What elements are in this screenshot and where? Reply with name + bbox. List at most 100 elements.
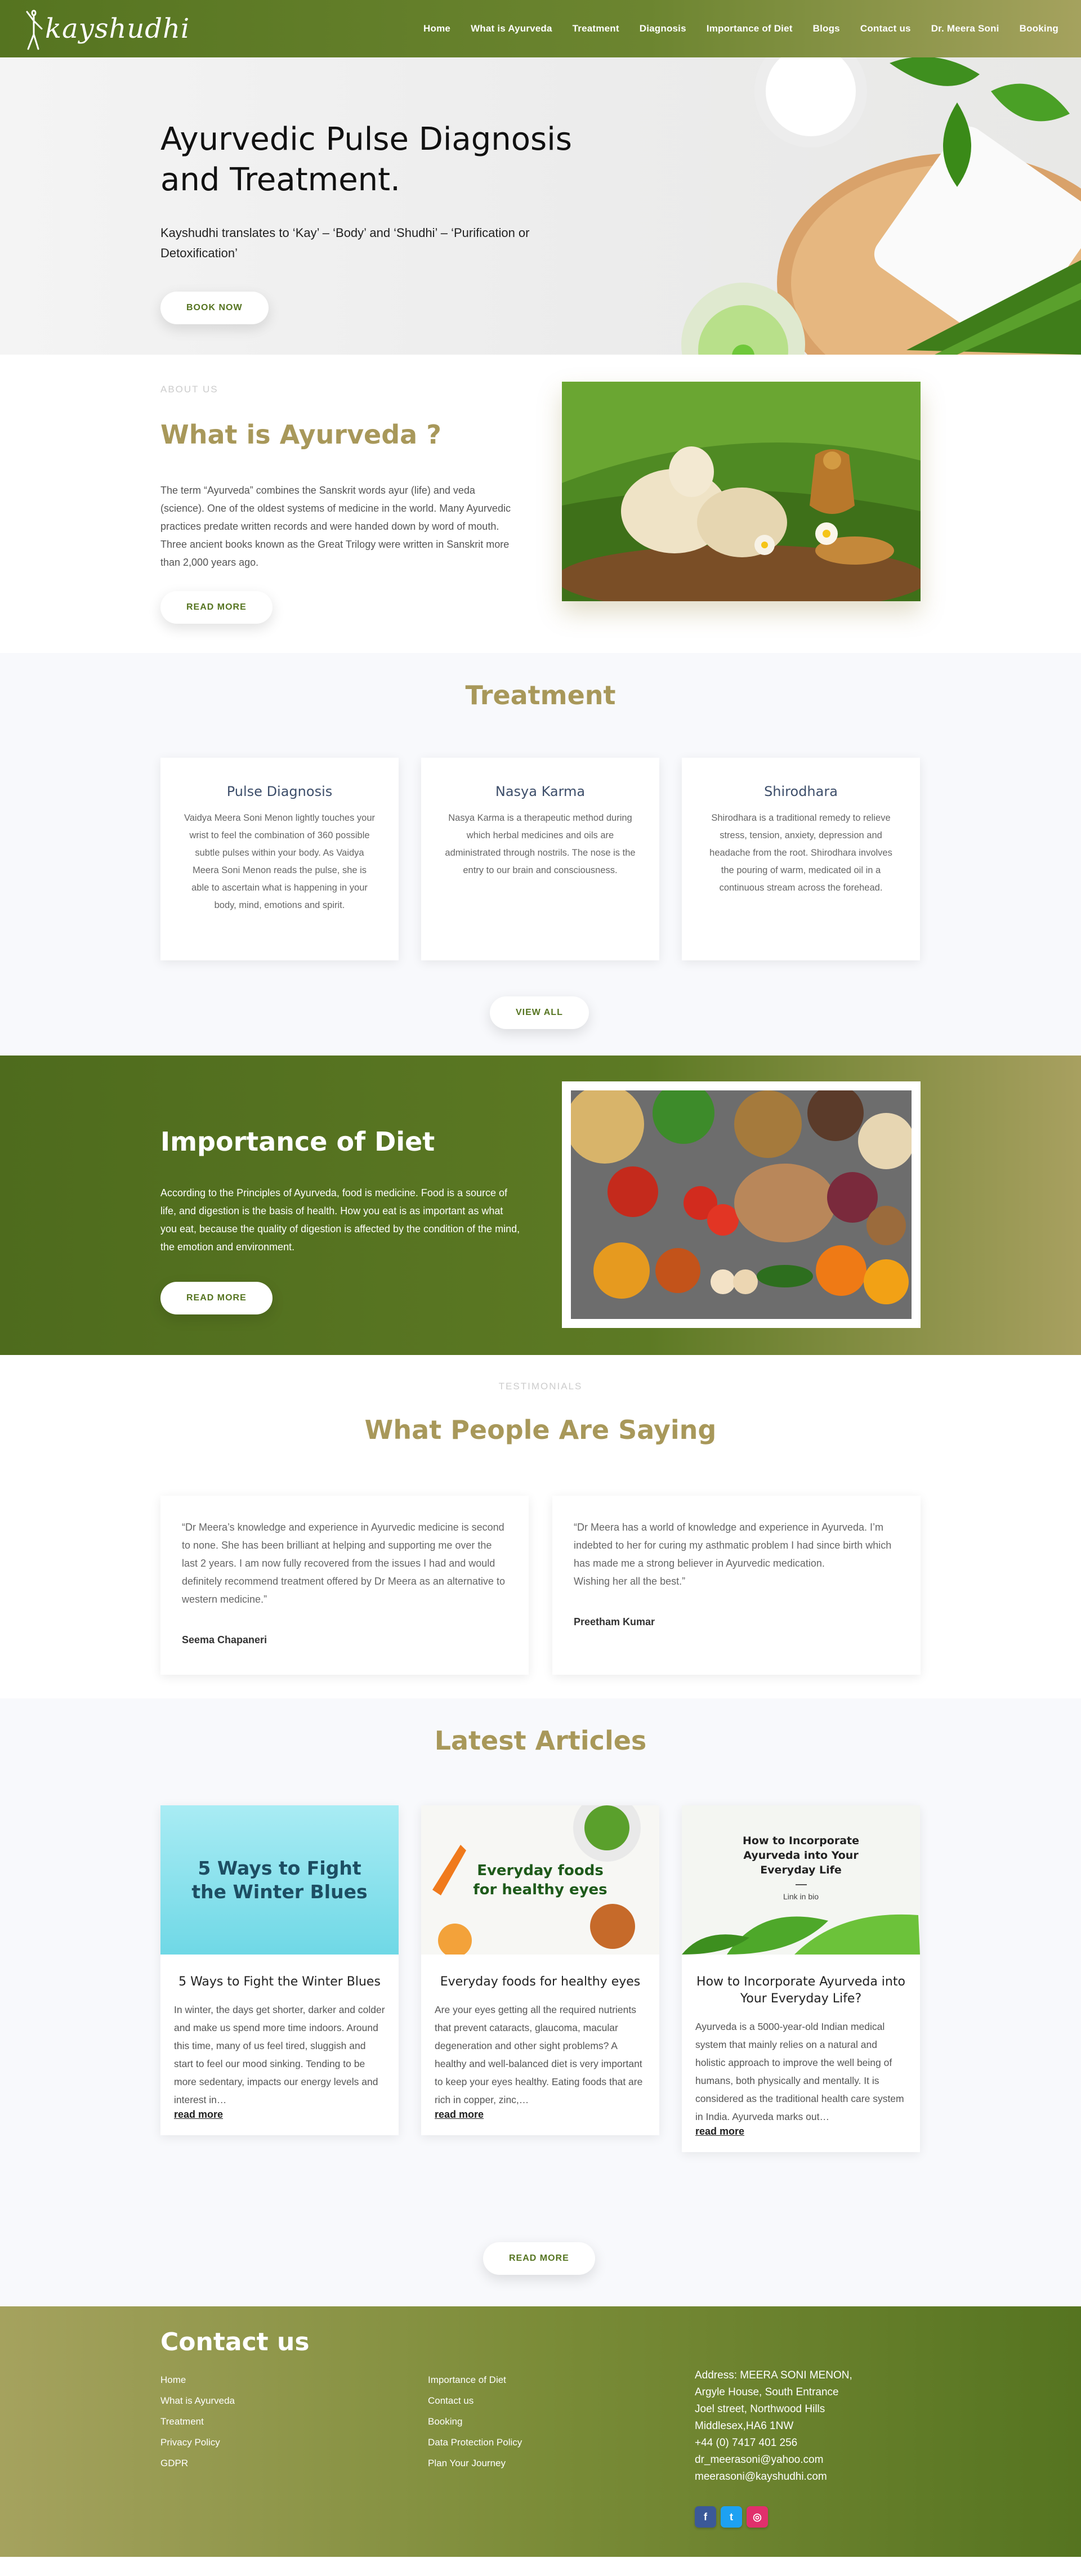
nav-contact-us[interactable]: Contact us [860,23,911,34]
address-line: Argyle House, South Entrance [695,2386,839,2398]
footer-link-importance-of-diet[interactable]: Importance of Diet [428,2369,522,2390]
facebook-icon[interactable]: f [695,2506,716,2528]
article-title[interactable]: How to Incorporate Ayurveda into Your Ev… [695,1974,906,2007]
article-excerpt: In winter, the days get shorter, darker … [174,2004,385,2105]
card-title: Pulse Diagnosis [226,784,333,799]
hero-content: Ayurvedic Pulse Diagnosis and Treatment.… [160,119,622,324]
testimonial-cards: “Dr Meera’s knowledge and experience in … [160,1496,921,1675]
footer-link-privacy-policy[interactable]: Privacy Policy [160,2432,235,2453]
diet-image-frame [562,1081,921,1328]
nav-diagnosis[interactable]: Diagnosis [640,23,686,34]
footer-link-contact-us[interactable]: Contact us [428,2390,522,2411]
footer-links-col-1: Home What is Ayurveda Treatment Privacy … [160,2369,235,2474]
diet-title: Importance of Diet [160,1126,435,1157]
about-read-more-button[interactable]: READ MORE [160,591,273,624]
logo-text: kayshudhi [45,13,190,44]
card-text: Vaidya Meera Soni Menon lightly touches … [184,813,376,910]
nav-dr-meera-soni[interactable]: Dr. Meera Soni [931,23,999,34]
address-line: Address: MEERA SONI MENON, [695,2369,852,2381]
card-title: Shirodhara [764,784,838,799]
site-header: kayshudhi Home What is Ayurveda Treatmen… [0,0,1081,57]
article-excerpt: Are your eyes getting all the required n… [435,2004,643,2105]
address-line: Middlesex,HA6 1NW [695,2420,794,2432]
testimonial-quote: “Dr Meera has a world of knowledge and e… [574,1522,892,1587]
footer-link-booking[interactable]: Booking [428,2411,522,2432]
about-text: The term “Ayurveda” combines the Sanskri… [160,485,511,568]
footer-link-plan-your-journey[interactable]: Plan Your Journey [428,2453,522,2474]
read-more-link[interactable]: read more [435,2109,484,2121]
testimonial-card: “Dr Meera’s knowledge and experience in … [160,1496,529,1675]
treatment-card-shirodhara[interactable]: Shirodhara Shirodhara is a traditional r… [682,758,920,960]
hero-title: Ayurvedic Pulse Diagnosis and Treatment. [160,121,572,198]
about-eyebrow: ABOUT US [160,384,218,395]
testimonial-quote: “Dr Meera’s knowledge and experience in … [182,1522,505,1605]
article-title[interactable]: 5 Ways to Fight the Winter Blues [174,1974,385,1991]
about-title: What is Ayurveda ? [160,419,441,450]
site-logo[interactable]: kayshudhi [23,1,190,57]
article-excerpt: Ayurveda is a 5000-year-old Indian medic… [695,2021,904,2122]
article-card[interactable]: Everyday foods for healthy eyes Everyday… [421,1805,659,2135]
nav-booking[interactable]: Booking [1020,23,1058,34]
about-section: ABOUT US What is Ayurveda ? The term “Ay… [0,355,1081,653]
nav-what-is-ayurveda[interactable]: What is Ayurveda [471,23,552,34]
nav-treatment[interactable]: Treatment [573,23,619,34]
articles-section: Latest Articles 5 Ways to Fight the Wint… [0,1698,1081,2306]
card-title: Nasya Karma [495,784,586,799]
article-card[interactable]: How to Incorporate Ayurveda into Your Ev… [682,1805,920,2152]
testimonial-card: “Dr Meera has a world of knowledge and e… [552,1496,921,1675]
treatment-card-nasya-karma[interactable]: Nasya Karma Nasya Karma is a therapeutic… [421,758,659,960]
testimonial-author: Preetham Kumar [574,1616,655,1627]
article-thumbnail[interactable]: 5 Ways to Fight the Winter Blues [160,1805,399,1955]
articles-read-more-button[interactable]: READ MORE [483,2242,595,2275]
footer-link-what-is-ayurveda[interactable]: What is Ayurveda [160,2390,235,2411]
treatment-cards: Pulse Diagnosis Vaidya Meera Soni Menon … [160,758,920,960]
treatment-title: Treatment [465,680,616,710]
footer-address: Address: MEERA SONI MENON, Argyle House,… [695,2367,852,2485]
testimonial-author: Seema Chapaneri [182,1634,267,1645]
instagram-icon[interactable]: ◎ [747,2506,768,2528]
testimonials-title: What People Are Saying [364,1415,717,1445]
footer-link-data-protection-policy[interactable]: Data Protection Policy [428,2432,522,2453]
footer-link-home[interactable]: Home [160,2369,235,2390]
diet-read-more-button[interactable]: READ MORE [160,1282,273,1314]
footer-title: Contact us [160,2328,310,2356]
article-thumbnail[interactable]: How to Incorporate Ayurveda into Your Ev… [682,1805,920,1955]
article-thumbnail-text: 5 Ways to Fight the Winter Blues [191,1857,368,1903]
read-more-link[interactable]: read more [174,2109,223,2121]
article-thumbnail-text: How to Incorporate Ayurveda into Your Ev… [743,1835,859,1876]
footer-links-col-2: Importance of Diet Contact us Booking Da… [428,2369,522,2474]
card-text: Shirodhara is a traditional remedy to re… [709,813,892,893]
email-link[interactable]: meerasoni@kayshudhi.com [695,2468,852,2485]
articles-title: Latest Articles [434,1725,647,1756]
article-title[interactable]: Everyday foods for healthy eyes [435,1974,646,1991]
read-more-link[interactable]: read more [695,2126,744,2137]
book-now-button[interactable]: BOOK NOW [160,292,269,324]
social-links: f t ◎ [695,2506,768,2528]
article-thumbnail[interactable]: Everyday foods for healthy eyes [421,1805,659,1955]
footer-link-treatment[interactable]: Treatment [160,2411,235,2432]
footer-link-gdpr[interactable]: GDPR [160,2453,235,2474]
healthy-food-image [565,1082,914,1319]
leaves-icon [682,1914,920,1955]
phone-number[interactable]: +44 (0) 7417 401 256 [695,2435,852,2452]
nav-importance-of-diet[interactable]: Importance of Diet [707,23,793,34]
site-footer: Contact us Home What is Ayurveda Treatme… [0,2306,1081,2557]
article-cards: 5 Ways to Fight the Winter Blues 5 Ways … [160,1805,920,2152]
hero-section: Ayurvedic Pulse Diagnosis and Treatment.… [0,57,1081,355]
address-line: Joel street, Northwood Hills [695,2403,825,2415]
diet-section: Importance of Diet According to the Prin… [0,1056,1081,1355]
treatment-card-pulse-diagnosis[interactable]: Pulse Diagnosis Vaidya Meera Soni Menon … [160,758,399,960]
hero-subtitle: Kayshudhi translates to ‘Kay’ – ‘Body’ a… [160,226,530,260]
nav-blogs[interactable]: Blogs [813,23,840,34]
card-text: Nasya Karma is a therapeutic method duri… [445,813,636,875]
email-link[interactable]: dr_meerasoni@yahoo.com [695,2452,852,2468]
twitter-icon[interactable]: t [721,2506,742,2528]
nav-home[interactable]: Home [423,23,450,34]
article-card[interactable]: 5 Ways to Fight the Winter Blues 5 Ways … [160,1805,399,2135]
view-all-button[interactable]: VIEW ALL [490,996,589,1029]
diet-text: According to the Principles of Ayurveda,… [160,1187,520,1253]
article-thumbnail-text: Everyday foods for healthy eyes [473,1862,607,1898]
hero-spa-image [681,57,1081,355]
article-thumbnail-divider [795,1884,807,1885]
logo-figure-icon [26,10,43,50]
